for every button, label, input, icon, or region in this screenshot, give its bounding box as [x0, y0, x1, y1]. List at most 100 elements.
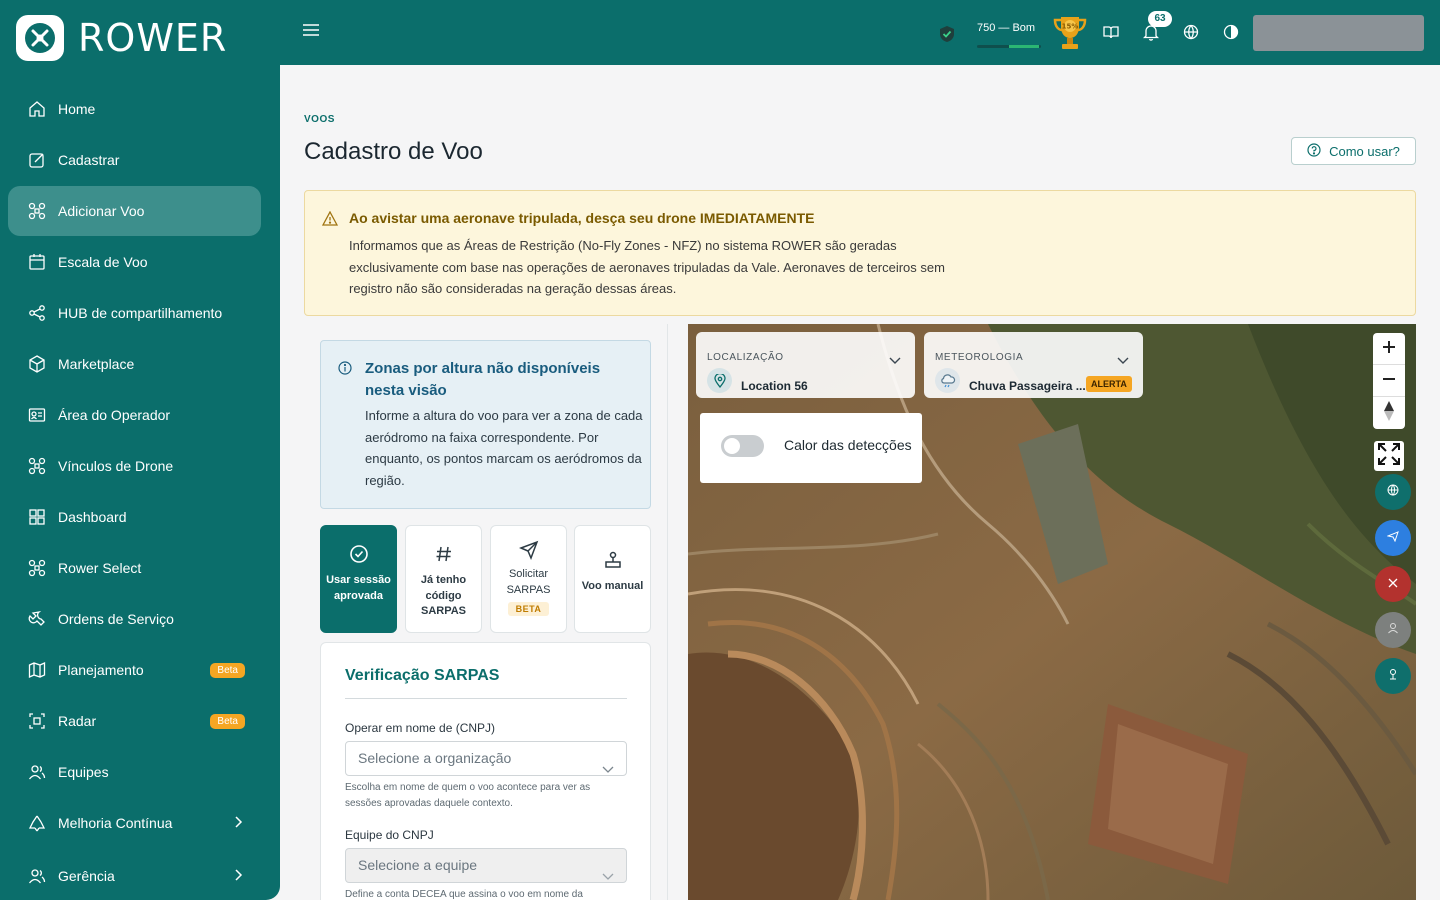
heatmap-toggle[interactable]	[721, 435, 764, 457]
team-select-value: Selecione a equipe	[358, 857, 478, 873]
drone-icon	[28, 559, 46, 577]
option-label: Voo manual	[581, 580, 644, 592]
box-icon	[28, 355, 46, 373]
trophy-percent: 15%	[1062, 23, 1079, 31]
zoom-in-button[interactable]	[1373, 333, 1405, 365]
sidebar-item-label: Marketplace	[58, 356, 135, 372]
location-dropdown[interactable]: LOCALIZAÇÃO Location 56	[696, 332, 915, 398]
sidebar-item-label: Melhoria Contínua	[58, 815, 173, 831]
chevron-down-icon	[889, 352, 901, 370]
sidebar-item-label: HUB de compartilhamento	[58, 305, 223, 321]
page-title: Cadastro de Voo	[304, 138, 483, 165]
pilot-location-button[interactable]	[1375, 658, 1411, 694]
sidebar-item-rower-select[interactable]: Rower Select	[8, 543, 261, 593]
operator-button[interactable]	[1375, 612, 1411, 648]
sidebar-item-label: Cadastrar	[58, 152, 120, 168]
location-label: LOCALIZAÇÃO	[707, 352, 784, 363]
calendar-icon	[28, 253, 46, 271]
form-title: Verificação SARPAS	[345, 667, 500, 684]
sidebar-item-equipes[interactable]: Equipes	[8, 747, 261, 797]
menu-icon[interactable]	[302, 22, 320, 43]
weather-status-badge: ALERTA	[1086, 376, 1132, 392]
sidebar-item-adicionar-voo[interactable]: Adicionar Voo	[8, 186, 261, 236]
globe-icon[interactable]	[1183, 24, 1199, 45]
warning-icon	[321, 210, 339, 231]
weather-dropdown[interactable]: METEOROLOGIA Chuva Passageira ... ALERTA	[924, 332, 1143, 398]
sidebar-item-cadastrar[interactable]: Cadastrar	[8, 135, 261, 185]
flight-route-button[interactable]	[1375, 520, 1411, 556]
clear-button[interactable]	[1375, 566, 1411, 602]
radar-icon	[28, 712, 46, 730]
sidebar-item-area-do-operador[interactable]: Área do Operador	[8, 390, 261, 440]
team-hint: Define a conta DECEA que assina o voo em…	[345, 889, 583, 900]
book-icon[interactable]	[1103, 24, 1119, 45]
help-button[interactable]: Como usar?	[1291, 137, 1416, 165]
contrast-icon[interactable]	[1223, 24, 1239, 45]
map-icon	[28, 661, 46, 679]
compass-button[interactable]	[1373, 397, 1405, 429]
send-icon	[491, 540, 566, 563]
cnpj-hint: Escolha em nome de quem o voo acontece p…	[345, 782, 591, 809]
score-progress	[977, 45, 1041, 48]
sidebar-item-home[interactable]: Home	[8, 84, 261, 134]
option-label: Solicitar SARPAS	[506, 568, 551, 596]
sidebar-item-gerencia[interactable]: Gerência	[8, 851, 261, 900]
sidebar-item-radar[interactable]: Radar Beta	[8, 696, 261, 746]
compass-icon	[1383, 400, 1395, 426]
check-circle-icon	[321, 544, 396, 567]
option-use-approved-session[interactable]: Usar sessão aprovada	[320, 525, 397, 633]
map-layers-button[interactable]	[1375, 474, 1411, 510]
option-have-sarpas-code[interactable]: Já tenho código SARPAS	[405, 525, 482, 633]
beta-badge: BETA	[507, 602, 550, 616]
app-name: ROWER	[78, 16, 228, 60]
minus-icon	[1383, 372, 1395, 390]
score-text[interactable]: 750 — Bom	[977, 22, 1035, 34]
user-menu[interactable]	[1253, 15, 1424, 51]
sidebar-item-planejamento[interactable]: Planejamento Beta	[8, 645, 261, 695]
info-title: Zonas por altura não disponíveis nesta v…	[365, 360, 601, 399]
bell-icon[interactable]	[1142, 24, 1160, 46]
sidebar-item-label: Home	[58, 101, 96, 117]
warning-banner: Ao avistar uma aeronave tripulada, desça…	[304, 190, 1416, 316]
grid-icon	[28, 508, 46, 526]
fullscreen-icon	[1378, 442, 1400, 470]
organization-select[interactable]: Selecione a organização	[345, 741, 627, 776]
satellite-map[interactable]: LOCALIZAÇÃO Location 56 METEOROLOGIA Chu…	[688, 324, 1416, 900]
trophy-icon[interactable]: 15%	[1050, 12, 1090, 57]
sidebar-item-escala-de-voo[interactable]: Escala de Voo	[8, 237, 261, 287]
drone-logo-icon	[16, 15, 64, 61]
info-icon	[338, 361, 352, 380]
team-select[interactable]: Selecione a equipe	[345, 848, 627, 883]
option-request-sarpas[interactable]: Solicitar SARPAS BETA	[490, 525, 567, 633]
sidebar-nav: Home Cadastrar Adicionar Voo Escala de V…	[8, 84, 261, 900]
weather-label: METEOROLOGIA	[935, 352, 1024, 363]
sidebar-item-label: Vínculos de Drone	[58, 458, 174, 474]
sarpas-verification-card: Verificação SARPAS Operar em nome de (CN…	[320, 642, 651, 900]
breadcrumb[interactable]: VOOS	[304, 114, 335, 125]
option-manual-flight[interactable]: Voo manual	[574, 525, 651, 633]
notification-count[interactable]: 63	[1148, 11, 1172, 27]
sidebar-item-vinculos-de-drone[interactable]: Vínculos de Drone	[8, 441, 261, 491]
beta-badge: Beta	[210, 662, 245, 678]
fullscreen-button[interactable]	[1374, 441, 1404, 471]
sidebar: ROWER Home Cadastrar Adicionar Voo Escal…	[0, 0, 280, 900]
chevron-right-icon	[233, 815, 243, 832]
organization-select-value: Selecione a organização	[358, 750, 512, 766]
zoom-out-button[interactable]	[1373, 365, 1405, 397]
cnpj-label: Operar em nome de (CNPJ)	[345, 721, 496, 735]
shield-check-icon	[938, 25, 956, 48]
beta-badge: Beta	[210, 713, 245, 729]
heatmap-label: Calor das detecções	[784, 437, 912, 453]
sidebar-item-label: Radar	[58, 713, 97, 729]
location-value: Location 56	[741, 379, 808, 393]
hash-icon	[406, 544, 481, 567]
wrench-icon	[28, 610, 46, 628]
sidebar-item-hub[interactable]: HUB de compartilhamento	[8, 288, 261, 338]
app-logo[interactable]: ROWER	[16, 15, 227, 61]
sidebar-item-marketplace[interactable]: Marketplace	[8, 339, 261, 389]
sidebar-item-melhoria-continua[interactable]: Melhoria Contínua	[8, 798, 261, 848]
sidebar-item-ordens-de-servico[interactable]: Ordens de Serviço	[8, 594, 261, 644]
sidebar-item-dashboard[interactable]: Dashboard	[8, 492, 261, 542]
users-icon	[28, 867, 46, 885]
airplane-icon	[1386, 529, 1399, 547]
